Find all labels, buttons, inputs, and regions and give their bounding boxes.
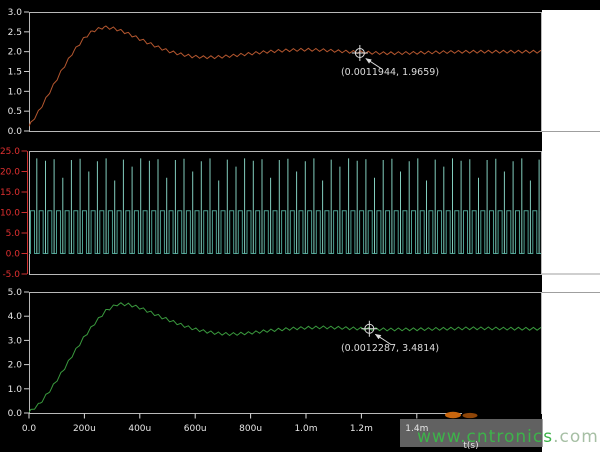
waveform-trace xyxy=(29,26,541,126)
plot-top-trace: 3.0 2.5 2.0 1.5 1.0 0.5 0.0 (0.0011944, 1.9659) xyxy=(8,8,542,137)
y-tick-label: 3.0 xyxy=(8,8,23,18)
y-tick-label: 5.0 xyxy=(8,288,23,298)
y-tick-label: 0.0 xyxy=(8,409,23,419)
y-tick-label: 1.0 xyxy=(8,87,23,97)
artifact-smudge xyxy=(463,413,478,418)
x-tick-label: 200u xyxy=(73,424,96,434)
x-tick-label: 1.2m xyxy=(350,424,373,434)
y-tick-label: -5.0 xyxy=(2,270,20,280)
watermark-main-text: www.cntronics xyxy=(417,427,553,447)
y-tick-label: 3.0 xyxy=(8,336,23,346)
plot-pulse-trace: 25.0 20.0 15.0 10.0 5.0 0.0 -5.0 xyxy=(0,147,550,280)
cursor-marker: (0.0011944, 1.9659) xyxy=(341,45,439,78)
y-tick-label: 0.5 xyxy=(8,107,22,117)
plot-bottom-trace: 5.0 4.0 3.0 2.0 1.0 0.0 (0.0012287, 3.4814) xyxy=(8,288,542,419)
x-tick-label: 400u xyxy=(128,424,151,434)
x-tick-label: 1.0m xyxy=(294,424,317,434)
y-tick-label: 25.0 xyxy=(0,147,20,157)
y-tick-label: 1.0 xyxy=(8,385,23,395)
y-tick-label: 4.0 xyxy=(8,312,23,322)
y-tick-label: 10.0 xyxy=(0,209,20,219)
y-tick-label: 2.0 xyxy=(8,48,23,58)
x-tick-label: 0.0 xyxy=(22,424,37,434)
watermark: www.cntronics.com xyxy=(417,428,599,446)
x-tick-label: 800u xyxy=(239,424,262,434)
pulse-spikes xyxy=(37,158,548,253)
cursor-annotation-text: (0.0012287, 3.4814) xyxy=(341,343,439,354)
y-tick-label: 20.0 xyxy=(0,168,20,178)
waveform-trace xyxy=(29,303,541,413)
y-tick-label: 5.0 xyxy=(6,229,21,239)
y-tick-label: 0.0 xyxy=(8,127,23,137)
cursor-annotation-text: (0.0011944, 1.9659) xyxy=(341,67,439,78)
y-tick-label: 0.0 xyxy=(6,250,21,260)
y-tick-label: 1.5 xyxy=(8,68,22,78)
y-tick-label: 2.0 xyxy=(8,361,23,371)
simulation-screenshot: 3.0 2.5 2.0 1.5 1.0 0.5 0.0 (0.0011944, 1.9659)… xyxy=(0,0,600,452)
artifact-smudge xyxy=(445,412,461,418)
y-tick-label: 15.0 xyxy=(0,188,20,198)
plot-frame xyxy=(30,293,542,414)
x-tick-label: 600u xyxy=(184,424,207,434)
plots-svg: 3.0 2.5 2.0 1.5 1.0 0.5 0.0 (0.0011944, 1.9659)… xyxy=(0,0,600,452)
plot-frame xyxy=(30,13,542,132)
watermark-suffix-text: .com xyxy=(553,427,599,447)
cursor-marker: (0.0012287, 3.4814) xyxy=(341,321,439,354)
pulse-train-trace xyxy=(29,211,550,254)
y-tick-label: 2.5 xyxy=(8,28,22,38)
